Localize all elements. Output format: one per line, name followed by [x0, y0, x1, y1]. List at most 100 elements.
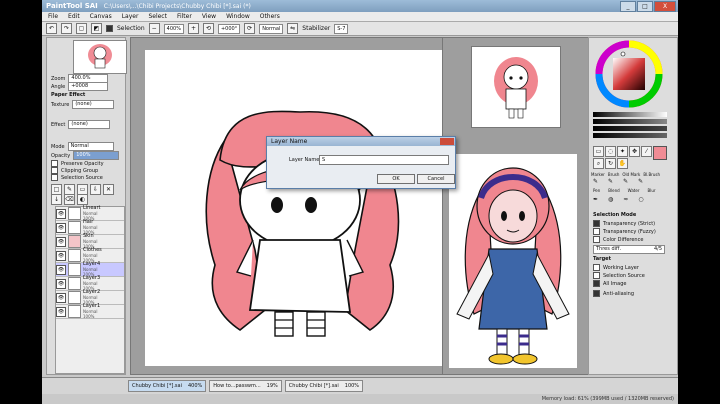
- eye-icon[interactable]: 👁: [56, 236, 66, 247]
- selection-source-checkbox[interactable]: [51, 174, 58, 181]
- old-mark-icon[interactable]: ✎: [623, 178, 628, 185]
- layer-name-input[interactable]: S: [319, 155, 449, 165]
- merge-down-icon[interactable]: ⇩: [90, 184, 101, 195]
- invert-selection-icon[interactable]: ◩: [91, 23, 102, 34]
- anti-aliasing-checkbox[interactable]: [593, 290, 600, 297]
- working-layer-radio[interactable]: [593, 264, 600, 271]
- blend-mode-select[interactable]: Normal: [259, 23, 284, 34]
- slider-alpha[interactable]: [593, 133, 667, 138]
- cancel-button[interactable]: Cancel: [417, 174, 455, 184]
- all-image-radio[interactable]: [593, 280, 600, 287]
- move-tool-icon[interactable]: ✥: [629, 146, 640, 157]
- transparency-fuzzy-radio[interactable]: [593, 228, 600, 235]
- tool-bl-brush[interactable]: Bl.Brush: [643, 172, 660, 177]
- zoom-out-icon[interactable]: −: [148, 23, 160, 34]
- maximize-button[interactable]: □: [637, 1, 653, 12]
- menu-select[interactable]: Select: [148, 13, 167, 20]
- secondary-canvas-view[interactable]: [442, 37, 589, 375]
- color-sliders[interactable]: [593, 112, 667, 142]
- reference-canvas[interactable]: [449, 154, 577, 368]
- bl-brush-icon[interactable]: ✎: [638, 178, 643, 185]
- selection-tool-icon[interactable]: ▭: [593, 146, 604, 157]
- magic-wand-icon[interactable]: ✦: [617, 146, 628, 157]
- canvas-paper[interactable]: [145, 50, 461, 366]
- redo-icon[interactable]: ↷: [61, 23, 72, 34]
- apply-mask-icon[interactable]: ◐: [77, 194, 88, 205]
- rotate-left-icon[interactable]: ⟲: [202, 23, 214, 34]
- zoom-in-icon[interactable]: +: [187, 23, 199, 34]
- rotate-tool-icon[interactable]: ↻: [605, 158, 616, 169]
- rotate-right-icon[interactable]: ⟳: [244, 23, 256, 34]
- tool-blend[interactable]: Blend: [608, 188, 619, 193]
- close-button[interactable]: X: [654, 1, 676, 12]
- menu-canvas[interactable]: Canvas: [90, 13, 112, 20]
- color-difference-radio[interactable]: [593, 236, 600, 243]
- slider-hue[interactable]: [593, 126, 667, 131]
- menu-others[interactable]: Others: [260, 13, 280, 20]
- opacity-slider[interactable]: 100%: [73, 151, 120, 160]
- stabilizer-select[interactable]: S-7: [334, 23, 349, 34]
- clipping-group-checkbox[interactable]: [51, 167, 58, 174]
- undo-icon[interactable]: ↶: [46, 23, 57, 34]
- clear-layer-icon[interactable]: ⌫: [64, 194, 75, 205]
- menu-filter[interactable]: Filter: [177, 13, 192, 20]
- water-icon[interactable]: ≈: [623, 196, 628, 203]
- angle-field[interactable]: +000°: [217, 23, 241, 34]
- color-wheel[interactable]: [593, 40, 673, 108]
- lasso-tool-icon[interactable]: ◌: [605, 146, 616, 157]
- primary-color-swatch[interactable]: [653, 146, 667, 160]
- eye-icon[interactable]: 👁: [56, 222, 66, 233]
- doc-tab-2[interactable]: How to...passwm... 19%: [209, 380, 282, 392]
- marker-icon[interactable]: ✎: [593, 178, 598, 185]
- transparency-strict-radio[interactable]: [593, 220, 600, 227]
- tool-water[interactable]: Water: [628, 188, 640, 193]
- navigator-thumbnail[interactable]: [73, 40, 127, 74]
- eyedropper-icon[interactable]: ⁄: [641, 146, 652, 157]
- thumbnail-canvas[interactable]: [471, 46, 561, 128]
- preserve-opacity-checkbox[interactable]: [51, 160, 58, 167]
- doc-tab-3[interactable]: Chubby Chibi [*].sai 100%: [284, 380, 364, 392]
- eye-icon[interactable]: 👁: [56, 292, 66, 303]
- minimize-button[interactable]: _: [620, 1, 636, 12]
- ok-button[interactable]: OK: [377, 174, 415, 184]
- tool-blur[interactable]: Blur: [647, 188, 655, 193]
- target-selection-source-radio[interactable]: [593, 272, 600, 279]
- flip-icon[interactable]: ⇋: [287, 23, 299, 34]
- eye-icon[interactable]: 👁: [56, 250, 66, 261]
- delete-layer-icon[interactable]: ✕: [103, 184, 114, 195]
- slider-saturation[interactable]: [593, 119, 667, 124]
- tool-pen[interactable]: Pen: [593, 188, 600, 193]
- eye-icon[interactable]: 👁: [56, 278, 66, 289]
- angle-value[interactable]: +0008: [68, 82, 109, 91]
- eye-icon[interactable]: 👁: [56, 306, 66, 317]
- layer-row-layer1[interactable]: 👁 Layer1 Normal 100%: [56, 304, 124, 319]
- texture-select[interactable]: (none): [72, 100, 115, 109]
- blend-icon[interactable]: ◍: [608, 196, 613, 203]
- menu-file[interactable]: File: [48, 13, 58, 20]
- eye-icon[interactable]: 👁: [56, 264, 66, 275]
- brush-icon[interactable]: ✎: [608, 178, 613, 185]
- menu-layer[interactable]: Layer: [122, 13, 139, 20]
- deselect-icon[interactable]: ▢: [76, 23, 87, 34]
- slider-value[interactable]: [593, 112, 667, 117]
- menu-view[interactable]: View: [202, 13, 216, 20]
- zoom-field[interactable]: 400%: [163, 23, 184, 34]
- pen-icon[interactable]: ✒: [593, 196, 598, 203]
- tool-brush[interactable]: Brush: [608, 172, 620, 177]
- selection-checkbox[interactable]: [106, 25, 113, 32]
- mode-select[interactable]: Normal: [67, 142, 114, 151]
- tool-old-mark[interactable]: Old Mark: [622, 172, 640, 177]
- threshold-slider[interactable]: Thres diff. 4/5: [593, 245, 665, 254]
- menu-window[interactable]: Window: [226, 13, 250, 20]
- eye-icon[interactable]: 👁: [56, 208, 66, 219]
- main-canvas-view[interactable]: [130, 37, 480, 375]
- doc-tab-1[interactable]: Chubby Chibi [*].sai 400%: [128, 380, 207, 392]
- zoom-tool-icon[interactable]: ⌕: [593, 158, 604, 169]
- dialog-close-button[interactable]: [440, 138, 454, 145]
- menu-edit[interactable]: Edit: [68, 13, 80, 20]
- transfer-down-icon[interactable]: ↓: [51, 194, 62, 205]
- effect-select[interactable]: (none): [68, 120, 111, 129]
- blur-icon[interactable]: ○: [638, 196, 643, 203]
- tool-marker[interactable]: Marker: [591, 172, 605, 177]
- hand-tool-icon[interactable]: ✋: [617, 158, 628, 169]
